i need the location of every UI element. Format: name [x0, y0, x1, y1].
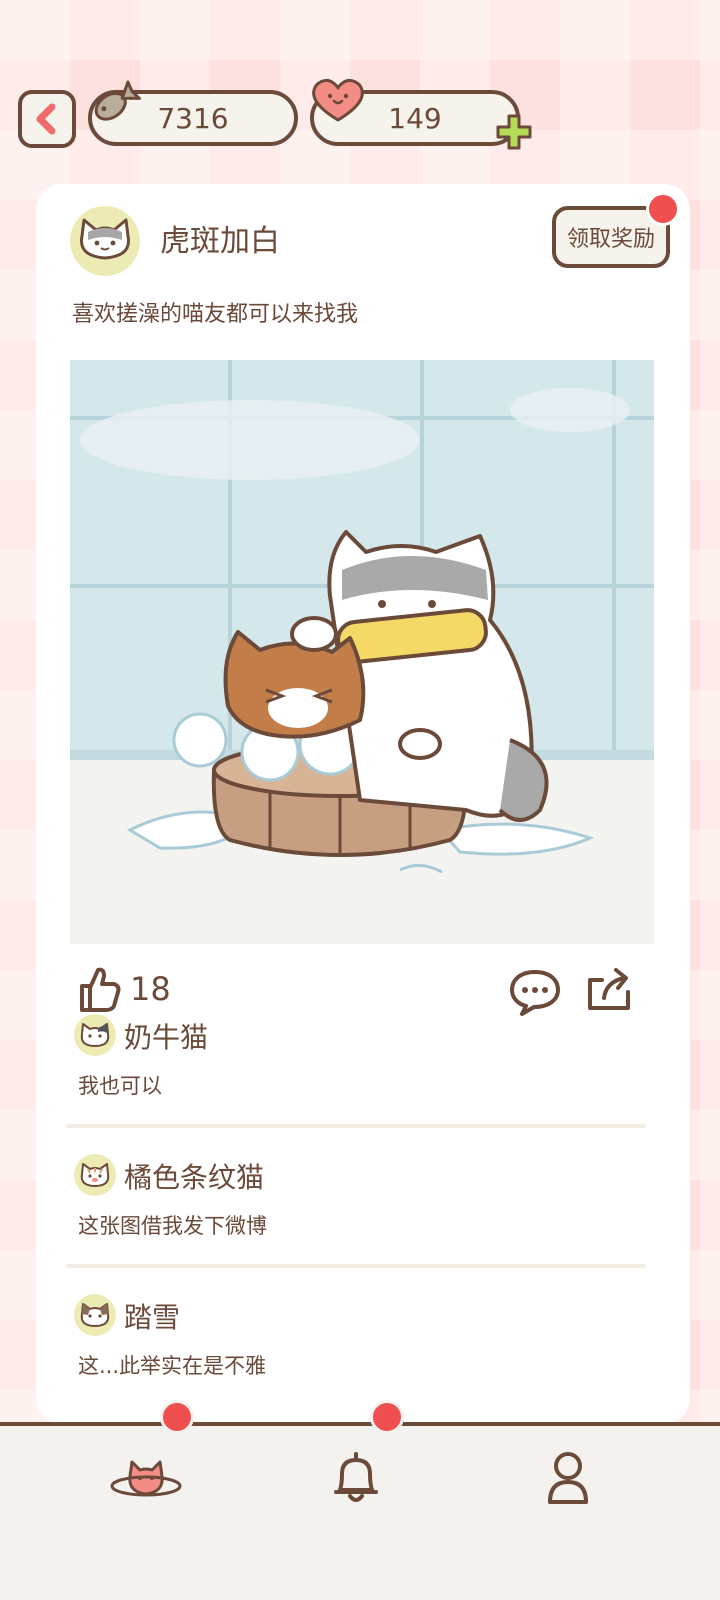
commenter-name[interactable]: 奶牛猫: [124, 1016, 208, 1056]
add-hearts-button[interactable]: [494, 112, 534, 152]
commenter-avatar[interactable]: [74, 1154, 116, 1196]
comment-item: 奶牛猫 我也可以: [66, 1014, 646, 1104]
chevron-left-icon: [36, 103, 56, 135]
cow-cat-icon: [80, 1023, 110, 1047]
comment-text: 这...此举实在是不雅: [78, 1354, 267, 1378]
bottom-navigation: [0, 1400, 720, 1600]
orange-tabby-cat-icon: [80, 1163, 110, 1187]
heart-icon: [312, 78, 364, 122]
nav-home-badge: [160, 1400, 194, 1434]
like-count: 18: [130, 970, 171, 1008]
comment-item: 橘色条纹猫 这张图借我发下微博: [66, 1154, 646, 1244]
post-card: 虎斑加白 领取奖励 喜欢搓澡的喵友都可以来找我 18 奶牛猫 我也可以 橘色条纹…: [36, 184, 690, 1424]
comment-text: 这张图借我发下微博: [78, 1214, 267, 1238]
comment-item: 踏雪 这...此举实在是不雅: [66, 1294, 646, 1384]
like-thumb-icon[interactable]: [76, 964, 122, 1014]
commenter-name[interactable]: 踏雪: [124, 1296, 180, 1336]
heart-count: 149: [388, 101, 442, 135]
fish-icon: [94, 80, 141, 121]
post-caption: 喜欢搓澡的喵友都可以来找我: [72, 302, 359, 327]
calico-cat-icon: [80, 1303, 110, 1327]
comment-divider: [66, 1124, 646, 1128]
comment-divider: [66, 1264, 646, 1268]
comment-text: 我也可以: [78, 1074, 162, 1098]
post-image[interactable]: [70, 360, 654, 944]
commenter-avatar[interactable]: [74, 1014, 116, 1056]
nav-home[interactable]: [108, 1452, 184, 1512]
bell-icon: [334, 1452, 378, 1502]
notification-badge: [646, 192, 680, 226]
commenter-avatar[interactable]: [74, 1294, 116, 1336]
planet-cat-icon: [110, 1460, 182, 1497]
author-name[interactable]: 虎斑加白: [160, 216, 280, 260]
nav-notifications[interactable]: [328, 1448, 384, 1512]
nav-notifications-badge: [370, 1400, 404, 1434]
profile-icon: [548, 1452, 588, 1504]
back-button[interactable]: [18, 90, 76, 148]
nav-profile[interactable]: [542, 1450, 594, 1510]
comment-icon[interactable]: [508, 968, 562, 1016]
gray-tabby-cat-icon: [79, 218, 131, 260]
fish-count: 7316: [157, 101, 229, 135]
author-avatar[interactable]: [70, 206, 140, 276]
commenter-name[interactable]: 橘色条纹猫: [124, 1156, 264, 1196]
share-icon[interactable]: [584, 964, 634, 1014]
